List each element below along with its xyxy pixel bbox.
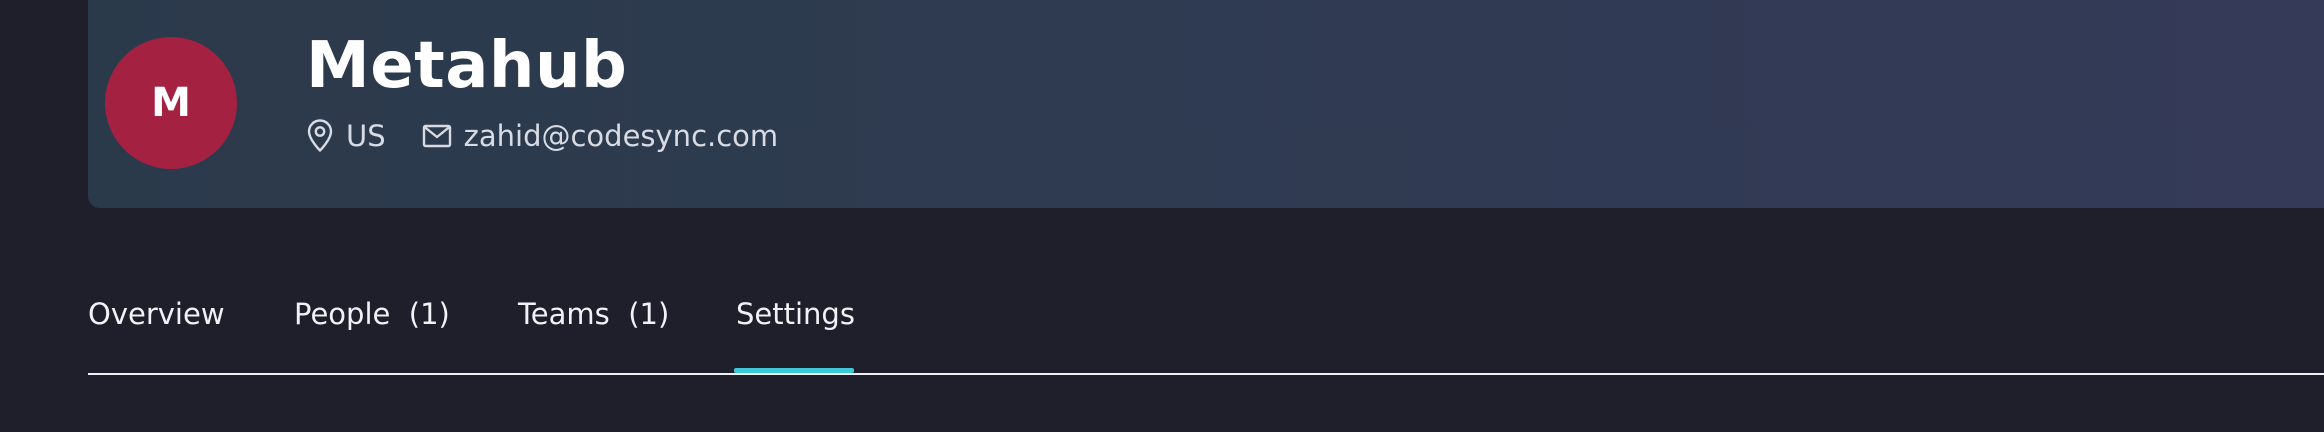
mail-icon (422, 124, 452, 148)
page: M Metahub US zahid@codesync.com Overview… (0, 0, 2324, 432)
tab-label: Teams (1) (518, 297, 670, 331)
tab-teams[interactable]: Teams (1) (518, 280, 670, 376)
tab-label: People (1) (294, 297, 450, 331)
org-name: Metahub (306, 29, 628, 103)
org-tabs: Overview People (1) Teams (1) Settings (88, 280, 2324, 376)
org-meta: US zahid@codesync.com (306, 116, 778, 156)
org-email: zahid@codesync.com (422, 119, 779, 153)
tab-label: Settings (736, 297, 855, 331)
tab-settings[interactable]: Settings (734, 280, 855, 376)
avatar-letter: M (151, 80, 191, 126)
tab-overview[interactable]: Overview (88, 280, 225, 376)
org-location: US (306, 119, 386, 153)
org-email-text: zahid@codesync.com (463, 119, 779, 153)
tabs-divider (88, 373, 2324, 375)
tab-people[interactable]: People (1) (294, 280, 450, 376)
tab-label: Overview (88, 297, 225, 331)
org-avatar: M (105, 37, 237, 169)
org-location-text: US (346, 119, 386, 153)
location-pin-icon (306, 119, 334, 153)
